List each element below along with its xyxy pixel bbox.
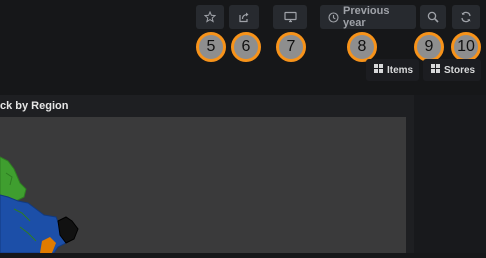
stores-link-button[interactable]: Stores <box>423 59 482 81</box>
star-button[interactable] <box>196 5 224 29</box>
annotation-badge: 7 <box>276 32 306 62</box>
items-link-button[interactable]: Items <box>366 59 420 81</box>
zoom-out-icon <box>427 11 439 23</box>
time-range-label: Previous year <box>343 5 390 29</box>
stores-link-label: Stores <box>444 64 476 76</box>
annotation-badge: 10 <box>451 32 481 62</box>
monitor-icon <box>283 11 297 23</box>
time-range-picker[interactable]: Previous year <box>320 5 416 29</box>
map-canvas[interactable] <box>0 117 406 254</box>
region-map <box>0 156 79 254</box>
right-column <box>414 95 486 253</box>
annotation-badge: 5 <box>196 32 226 62</box>
annotation-badge: 8 <box>347 32 377 62</box>
share-button[interactable] <box>229 5 259 29</box>
clock-icon <box>328 11 339 23</box>
cycle-view-button[interactable] <box>273 5 307 29</box>
grid-icon <box>431 64 440 76</box>
zoom-out-button[interactable] <box>420 5 446 29</box>
grid-icon <box>374 64 383 76</box>
refresh-button[interactable] <box>452 5 480 29</box>
items-link-label: Items <box>387 64 414 76</box>
share-icon <box>238 11 250 23</box>
annotation-badge: 9 <box>414 32 444 62</box>
panel-title: ck by Region <box>0 100 69 112</box>
region-green <box>0 156 27 202</box>
annotation-badge: 6 <box>231 32 261 62</box>
refresh-icon <box>460 11 472 23</box>
star-icon <box>204 11 216 23</box>
